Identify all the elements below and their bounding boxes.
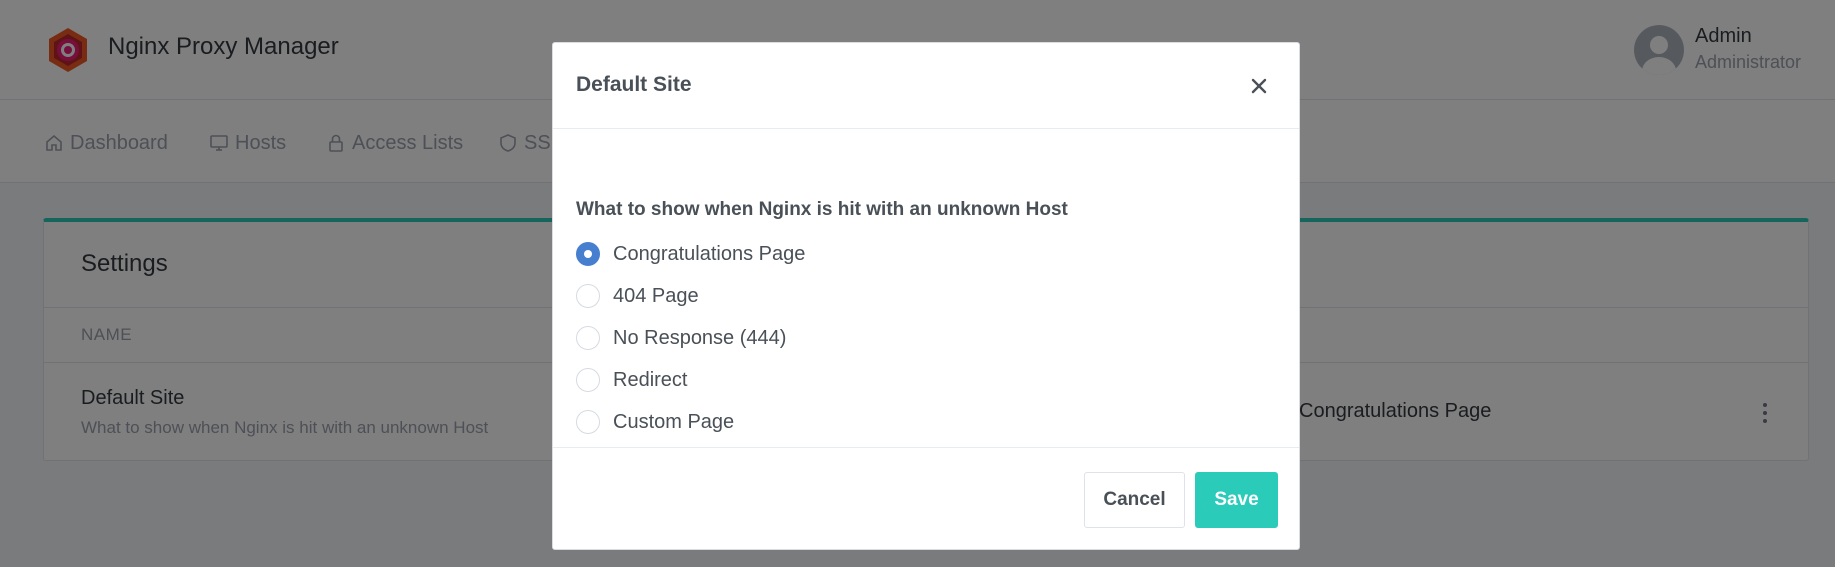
modal-body: What to show when Nginx is hit with an u… [553, 129, 1299, 447]
radio-unchecked-icon[interactable] [576, 368, 600, 392]
modal-footer: Cancel Save [553, 447, 1299, 551]
save-button[interactable]: Save [1195, 472, 1278, 528]
radio-label: 404 Page [613, 284, 699, 307]
question-label: What to show when Nginx is hit with an u… [576, 199, 1068, 220]
radio-option-404-page[interactable]: 404 Page [576, 282, 699, 310]
modal-header: Default Site [553, 43, 1299, 129]
radio-option-congratulations-page[interactable]: Congratulations Page [576, 240, 805, 268]
radio-checked-icon[interactable] [576, 242, 600, 266]
cancel-button[interactable]: Cancel [1084, 472, 1185, 528]
radio-option-no-response[interactable]: No Response (444) [576, 324, 786, 352]
radio-unchecked-icon[interactable] [576, 410, 600, 434]
default-site-modal: Default Site What to show when Nginx is … [552, 42, 1300, 550]
radio-option-redirect[interactable]: Redirect [576, 366, 687, 394]
close-icon[interactable] [1246, 73, 1272, 99]
radio-unchecked-icon[interactable] [576, 326, 600, 350]
radio-unchecked-icon[interactable] [576, 284, 600, 308]
radio-label: Congratulations Page [613, 242, 806, 265]
radio-label: Redirect [613, 368, 688, 391]
radio-label: No Response (444) [613, 326, 787, 349]
radio-option-custom-page[interactable]: Custom Page [576, 408, 734, 436]
radio-label: Custom Page [613, 410, 735, 433]
page: Nginx Proxy Manager Admin Administrator … [0, 0, 1835, 567]
modal-title: Default Site [576, 73, 692, 96]
